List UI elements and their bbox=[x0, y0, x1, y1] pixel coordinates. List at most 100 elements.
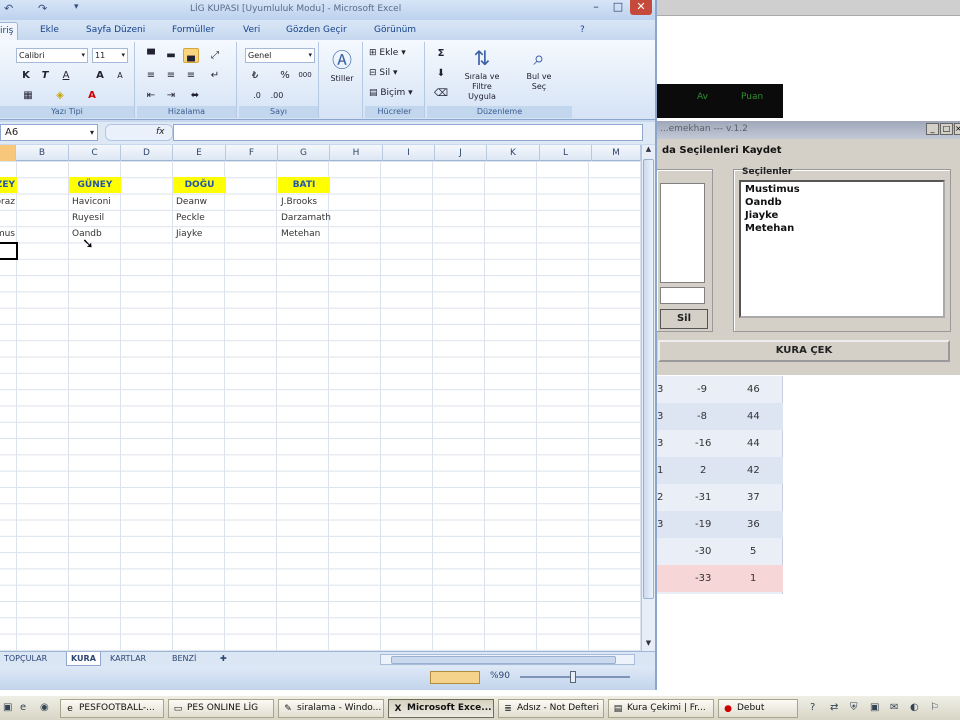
fx-icon[interactable]: fx bbox=[156, 127, 165, 137]
tray-security-icon[interactable]: ⚐ bbox=[930, 702, 939, 713]
delete-cells-button[interactable]: ⊟ Sil ▾ bbox=[369, 68, 398, 78]
grow-font-icon[interactable]: A bbox=[92, 68, 108, 83]
active-cell-a6[interactable] bbox=[0, 242, 18, 260]
customize-qat-icon[interactable]: ▾ bbox=[74, 2, 79, 12]
merge-center-icon[interactable]: ⬌ bbox=[187, 88, 203, 103]
team-input-field[interactable] bbox=[660, 287, 705, 304]
align-middle-icon[interactable]: ▬ bbox=[163, 48, 179, 63]
draw-window-titlebar[interactable]: ...emekhan --- v.1.2 _ □ × bbox=[656, 121, 960, 139]
column-header-e[interactable]: E bbox=[173, 145, 226, 161]
percent-icon[interactable]: % bbox=[277, 68, 293, 83]
task-pes-online[interactable]: ▭ PES ONLINE LİG bbox=[168, 699, 274, 718]
list-item[interactable]: Oandb bbox=[745, 197, 782, 208]
sheet-tab-benzi[interactable]: BENZİ bbox=[168, 652, 200, 666]
zoom-slider-knob[interactable] bbox=[570, 671, 576, 683]
fill-color-icon[interactable]: ◈ bbox=[52, 88, 68, 103]
selected-list[interactable]: Mustimus Oandb Jiayke Metehan bbox=[739, 180, 945, 318]
tray-display-icon[interactable]: ▣ bbox=[870, 702, 879, 713]
format-cells-button[interactable]: ▤ Biçim ▾ bbox=[369, 88, 413, 98]
maximize-icon[interactable]: □ bbox=[607, 0, 629, 15]
task-paint[interactable]: ✎ siralama - Windo... bbox=[278, 699, 384, 718]
name-box[interactable]: A6 ▾ bbox=[0, 124, 98, 141]
column-header-d[interactable]: D bbox=[121, 145, 173, 161]
close-icon[interactable]: × bbox=[954, 123, 960, 135]
group-header-kuzey[interactable]: KUZEY bbox=[0, 177, 17, 193]
column-header-j[interactable]: J bbox=[435, 145, 487, 161]
orientation-icon[interactable]: ⤢ bbox=[207, 48, 223, 63]
currency-icon[interactable]: ₺ bbox=[247, 68, 263, 83]
group-header-bati[interactable]: BATI bbox=[278, 177, 330, 193]
find-select-button[interactable]: ⌕ Bul ve Seç bbox=[519, 46, 559, 92]
group-header-dogu[interactable]: DOĞU bbox=[173, 177, 226, 193]
underline-icon[interactable]: A bbox=[58, 68, 74, 83]
insert-sheet-icon[interactable]: ✚ bbox=[216, 652, 231, 666]
column-header-f[interactable]: F bbox=[226, 145, 278, 161]
task-pesfootball[interactable]: e PESFOOTBALL-... bbox=[60, 699, 164, 718]
scroll-up-icon[interactable]: ▲ bbox=[642, 145, 655, 157]
number-format-combo[interactable]: Genel ▾ bbox=[245, 48, 315, 63]
tray-help-icon[interactable]: ? bbox=[810, 702, 815, 713]
tab-view[interactable]: Görünüm bbox=[374, 25, 416, 35]
close-icon[interactable]: ✕ bbox=[630, 0, 652, 15]
task-excel[interactable]: X Microsoft Exce... bbox=[388, 699, 494, 718]
quicklaunch-media-icon[interactable]: ◉ bbox=[40, 702, 49, 713]
styles-button[interactable]: Ⓐ Stiller bbox=[325, 48, 359, 84]
font-color-icon[interactable]: A bbox=[84, 88, 100, 103]
borders-icon[interactable]: ▦ bbox=[20, 88, 36, 103]
clear-icon[interactable]: ⌫ bbox=[433, 86, 449, 101]
sheet-tab-topcular[interactable]: TOPÇULAR bbox=[0, 652, 51, 666]
list-item[interactable]: Mustimus bbox=[745, 184, 800, 195]
decrease-decimal-icon[interactable]: .00 bbox=[269, 88, 285, 103]
zoom-level[interactable]: %90 bbox=[490, 671, 510, 681]
cell-e3[interactable]: Deanw bbox=[176, 197, 207, 207]
increase-indent-icon[interactable]: ⇥ bbox=[163, 88, 179, 103]
zoom-slider[interactable] bbox=[520, 671, 630, 683]
wrap-text-icon[interactable]: ↵ bbox=[207, 68, 223, 83]
cell-c4[interactable]: Ruyesil bbox=[72, 213, 104, 223]
tab-insert[interactable]: Ekle bbox=[40, 25, 59, 35]
align-bottom-icon[interactable]: ▄ bbox=[183, 48, 199, 63]
tab-page-layout[interactable]: Sayfa Düzeni bbox=[86, 25, 145, 35]
tray-network-icon[interactable]: ⇄ bbox=[830, 702, 838, 713]
undo-icon[interactable]: ↶ bbox=[4, 2, 13, 15]
vertical-scrollbar[interactable]: ▲ ▼ bbox=[641, 145, 655, 651]
quicklaunch-desktop-icon[interactable]: ▣ bbox=[3, 702, 12, 713]
group-header-guney[interactable]: GÜNEY bbox=[69, 177, 121, 193]
excel-titlebar[interactable]: ↶ ↷ ▾ LİG KUPASI [Uyumluluk Modu] - Micr… bbox=[0, 0, 655, 20]
column-header-i[interactable]: I bbox=[383, 145, 435, 161]
font-name-combo[interactable]: Calibri ▾ bbox=[16, 48, 88, 63]
cell-c3[interactable]: Haviconi bbox=[72, 197, 111, 207]
insert-cells-button[interactable]: ⊞ Ekle ▾ bbox=[369, 48, 406, 58]
font-size-combo[interactable]: 11 ▾ bbox=[92, 48, 128, 63]
column-header-b[interactable]: B bbox=[16, 145, 69, 161]
tray-chat-icon[interactable]: ✉ bbox=[890, 702, 898, 713]
tab-data[interactable]: Veri bbox=[243, 25, 260, 35]
worksheet-grid[interactable]: KUZEY GÜNEY DOĞU BATI Dodoraz Mustimus H… bbox=[0, 161, 641, 651]
fill-icon[interactable]: ⬇ bbox=[433, 66, 449, 81]
align-right-icon[interactable]: ≡ bbox=[183, 68, 199, 83]
align-top-icon[interactable]: ▀ bbox=[143, 48, 159, 63]
cell-a5[interactable]: Mustimus bbox=[0, 229, 15, 239]
align-center-icon[interactable]: ≡ bbox=[163, 68, 179, 83]
shrink-font-icon[interactable]: A bbox=[112, 68, 128, 83]
cell-g3[interactable]: J.Brooks bbox=[281, 197, 317, 207]
tray-shield-icon[interactable]: ⛨ bbox=[850, 702, 858, 713]
cell-g4[interactable]: Darzamath bbox=[281, 213, 331, 223]
tray-volume-icon[interactable]: ◐ bbox=[910, 702, 919, 713]
save-selected-label[interactable]: da Seçilenleri Kaydet bbox=[662, 145, 782, 156]
redo-icon[interactable]: ↷ bbox=[38, 2, 47, 15]
autosum-icon[interactable]: Σ bbox=[433, 46, 449, 61]
view-buttons[interactable] bbox=[430, 671, 480, 684]
task-debut[interactable]: ● Debut bbox=[718, 699, 798, 718]
cell-a3[interactable]: Dodoraz bbox=[0, 197, 15, 207]
task-kura-cekimi[interactable]: ▤ Kura Çekimi | Fr... bbox=[608, 699, 714, 718]
column-header-g[interactable]: G bbox=[278, 145, 330, 161]
increase-decimal-icon[interactable]: .0 bbox=[249, 88, 265, 103]
column-header-m[interactable]: M bbox=[592, 145, 641, 161]
cell-g5[interactable]: Metehan bbox=[281, 229, 320, 239]
align-left-icon[interactable]: ≡ bbox=[143, 68, 159, 83]
team-input-list[interactable] bbox=[660, 183, 705, 283]
maximize-icon[interactable]: □ bbox=[940, 123, 953, 135]
column-header-c[interactable]: C bbox=[69, 145, 121, 161]
horizontal-scrollbar[interactable] bbox=[380, 654, 635, 665]
